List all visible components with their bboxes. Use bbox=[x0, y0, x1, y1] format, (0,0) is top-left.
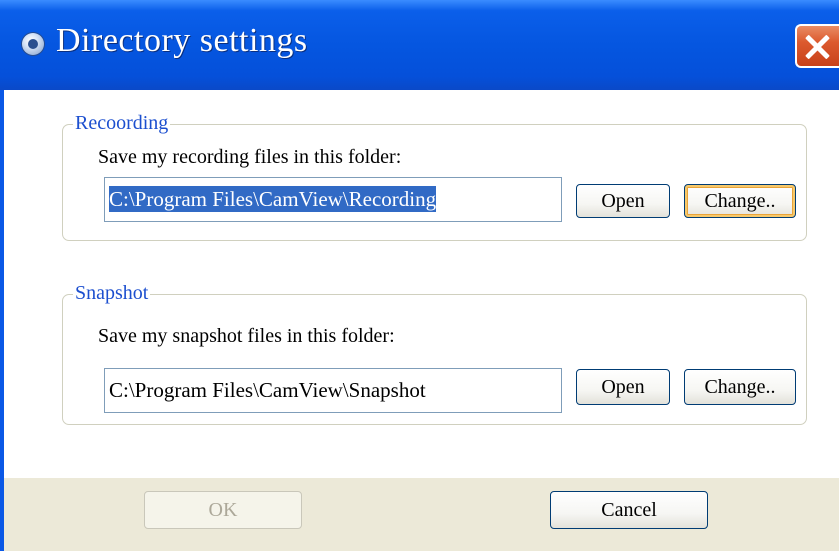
snapshot-caption: Save my snapshot files in this folder: bbox=[98, 325, 395, 347]
close-button[interactable] bbox=[795, 24, 839, 68]
recording-open-button[interactable]: Open bbox=[576, 184, 670, 218]
dialog-footer: OK Cancel bbox=[4, 478, 839, 551]
recording-change-button[interactable]: Change.. bbox=[684, 184, 796, 218]
recording-group-legend: Recoording bbox=[73, 112, 171, 135]
snapshot-path-value: C:\Program Files\CamView\Snapshot bbox=[109, 378, 426, 402]
recording-caption: Save my recording files in this folder: bbox=[98, 146, 402, 168]
snapshot-open-button[interactable]: Open bbox=[576, 369, 670, 405]
camview-app-icon bbox=[22, 33, 44, 55]
ok-button[interactable]: OK bbox=[144, 491, 302, 529]
cancel-button[interactable]: Cancel bbox=[550, 491, 708, 529]
recording-path-input[interactable]: C:\Program Files\CamView\Recording bbox=[104, 177, 562, 222]
snapshot-path-input[interactable]: C:\Program Files\CamView\Snapshot bbox=[104, 368, 562, 413]
directory-settings-dialog: Directory settings Recoording Save my re… bbox=[0, 0, 839, 551]
window-title: Directory settings bbox=[56, 22, 308, 59]
snapshot-group-legend: Snapshot bbox=[73, 282, 151, 305]
title-bar[interactable]: Directory settings bbox=[0, 0, 839, 90]
recording-path-value: C:\Program Files\CamView\Recording bbox=[109, 186, 437, 212]
snapshot-change-button[interactable]: Change.. bbox=[684, 369, 796, 405]
